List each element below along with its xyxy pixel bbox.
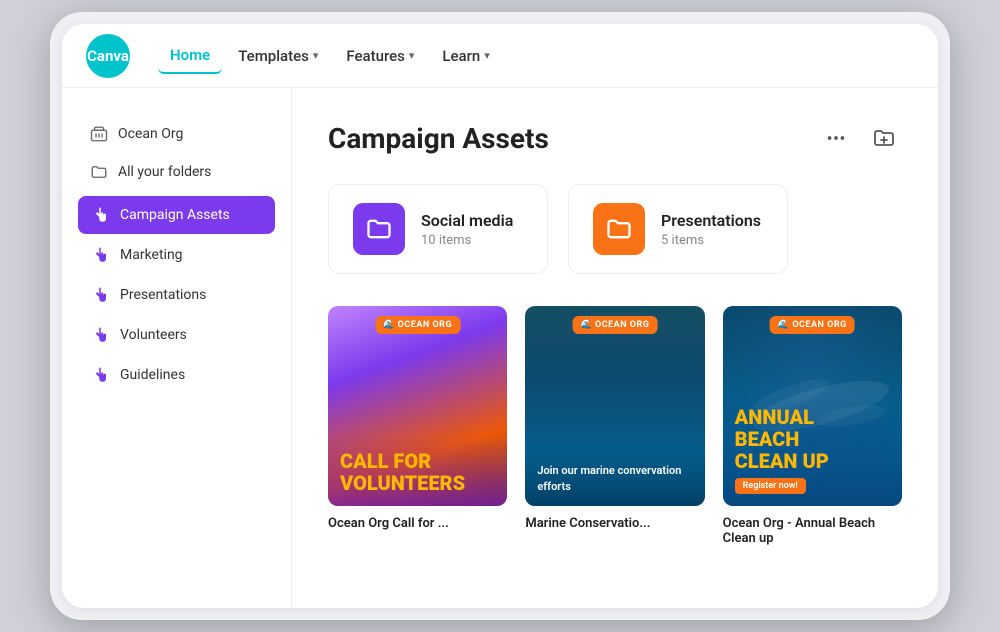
folder-icon [90, 163, 108, 181]
hand-icon [90, 205, 110, 225]
sidebar-item-marketing[interactable]: Marketing [78, 236, 275, 274]
sidebar: Ocean Org All your folders [62, 88, 292, 608]
more-options-button[interactable] [818, 120, 854, 156]
folder-icon-purple [353, 203, 405, 255]
chevron-down-icon: ▾ [409, 49, 415, 62]
nav-item-features[interactable]: Features ▾ [334, 39, 426, 73]
browser-window: Canva Home Templates ▾ Features ▾ Learn … [62, 24, 938, 608]
folder-card-social-media[interactable]: Social media 10 items [328, 184, 548, 274]
building-icon [90, 125, 108, 143]
page-title: Campaign Assets [328, 122, 549, 155]
thumb-headline: Join our marine convervation efforts [537, 463, 692, 494]
folder-row: Social media 10 items Presentations [328, 184, 902, 274]
all-folders-label: All your folders [118, 164, 211, 180]
design-thumb-marine: 🌊 OCEAN ORG Join our marine convervation… [525, 306, 704, 506]
hand-icon [90, 245, 110, 265]
badge-ocean-org: 🌊 OCEAN ORG [770, 316, 855, 334]
sidebar-item-guidelines[interactable]: Guidelines [78, 356, 275, 394]
nav-item-home[interactable]: Home [158, 38, 222, 74]
new-folder-button[interactable] [866, 120, 902, 156]
sidebar-item-campaign-assets[interactable]: Campaign Assets [78, 196, 275, 234]
nav-links: Home Templates ▾ Features ▾ Learn ▾ [158, 38, 502, 74]
folder-info-presentations: Presentations 5 items [661, 211, 761, 248]
sidebar-item-volunteers[interactable]: Volunteers [78, 316, 275, 354]
thumb-overlay: ANNUALBEACHCLEAN UP Register now! [723, 392, 902, 506]
design-thumb-beach: 🌊 OCEAN ORG ANNUALBEACHCLEAN UP Register… [723, 306, 902, 506]
hand-icon [90, 365, 110, 385]
badge-ocean-org: 🌊 OCEAN ORG [573, 316, 658, 334]
device-frame: Canva Home Templates ▾ Features ▾ Learn … [50, 12, 950, 620]
folder-count: 5 items [661, 233, 761, 248]
folder-name: Presentations [661, 211, 761, 230]
folder-name: Social media [421, 211, 513, 230]
canva-logo[interactable]: Canva [86, 34, 130, 78]
folder-icon-orange [593, 203, 645, 255]
guidelines-label: Guidelines [120, 367, 185, 383]
volunteers-label: Volunteers [120, 327, 187, 343]
designs-grid: 🌊 OCEAN ORG CALL FORVOLUNTEERS Ocean Org… [328, 306, 902, 546]
register-button: Register now! [735, 478, 806, 494]
campaign-assets-label: Campaign Assets [120, 207, 230, 223]
org-label: Ocean Org [118, 126, 183, 142]
navbar: Canva Home Templates ▾ Features ▾ Learn … [62, 24, 938, 88]
badge-text: 🌊 OCEAN ORG [778, 320, 847, 330]
main-header: Campaign Assets [328, 120, 902, 156]
folder-count: 10 items [421, 233, 513, 248]
nav-item-templates[interactable]: Templates ▾ [226, 39, 330, 73]
thumb-overlay: CALL FORVOLUNTEERS [328, 436, 507, 506]
sidebar-item-presentations[interactable]: Presentations [78, 276, 275, 314]
design-card-volunteers[interactable]: 🌊 OCEAN ORG CALL FORVOLUNTEERS Ocean Org… [328, 306, 507, 546]
design-card-marine[interactable]: 🌊 OCEAN ORG Join our marine convervation… [525, 306, 704, 546]
marketing-label: Marketing [120, 247, 183, 263]
folder-info-social-media: Social media 10 items [421, 211, 513, 248]
main-content: Campaign Assets [292, 88, 938, 608]
badge-ocean-org: 🌊 OCEAN ORG [375, 316, 460, 334]
design-card-beach[interactable]: 🌊 OCEAN ORG ANNUALBEACHCLEAN UP Register… [723, 306, 902, 546]
design-label: Marine Conservatio... [525, 516, 704, 531]
hand-icon [90, 325, 110, 345]
thumb-headline: CALL FORVOLUNTEERS [340, 450, 495, 494]
presentations-label: Presentations [120, 287, 206, 303]
design-label: Ocean Org Call for ... [328, 516, 507, 531]
thumb-overlay: Join our marine convervation efforts [525, 449, 704, 506]
nav-item-learn[interactable]: Learn ▾ [430, 39, 501, 73]
folder-card-presentations[interactable]: Presentations 5 items [568, 184, 788, 274]
content-area: Ocean Org All your folders [62, 88, 938, 608]
thumb-headline: ANNUALBEACHCLEAN UP [735, 406, 890, 472]
design-label: Ocean Org - Annual Beach Clean up [723, 516, 902, 546]
header-actions [818, 120, 902, 156]
hand-icon [90, 285, 110, 305]
design-thumb-volunteers: 🌊 OCEAN ORG CALL FORVOLUNTEERS [328, 306, 507, 506]
chevron-down-icon: ▾ [484, 49, 490, 62]
sidebar-item-org[interactable]: Ocean Org [78, 116, 275, 152]
badge-text: 🌊 OCEAN ORG [383, 320, 452, 330]
sidebar-item-all-folders[interactable]: All your folders [78, 154, 275, 190]
badge-text: 🌊 OCEAN ORG [581, 320, 650, 330]
chevron-down-icon: ▾ [313, 49, 319, 62]
